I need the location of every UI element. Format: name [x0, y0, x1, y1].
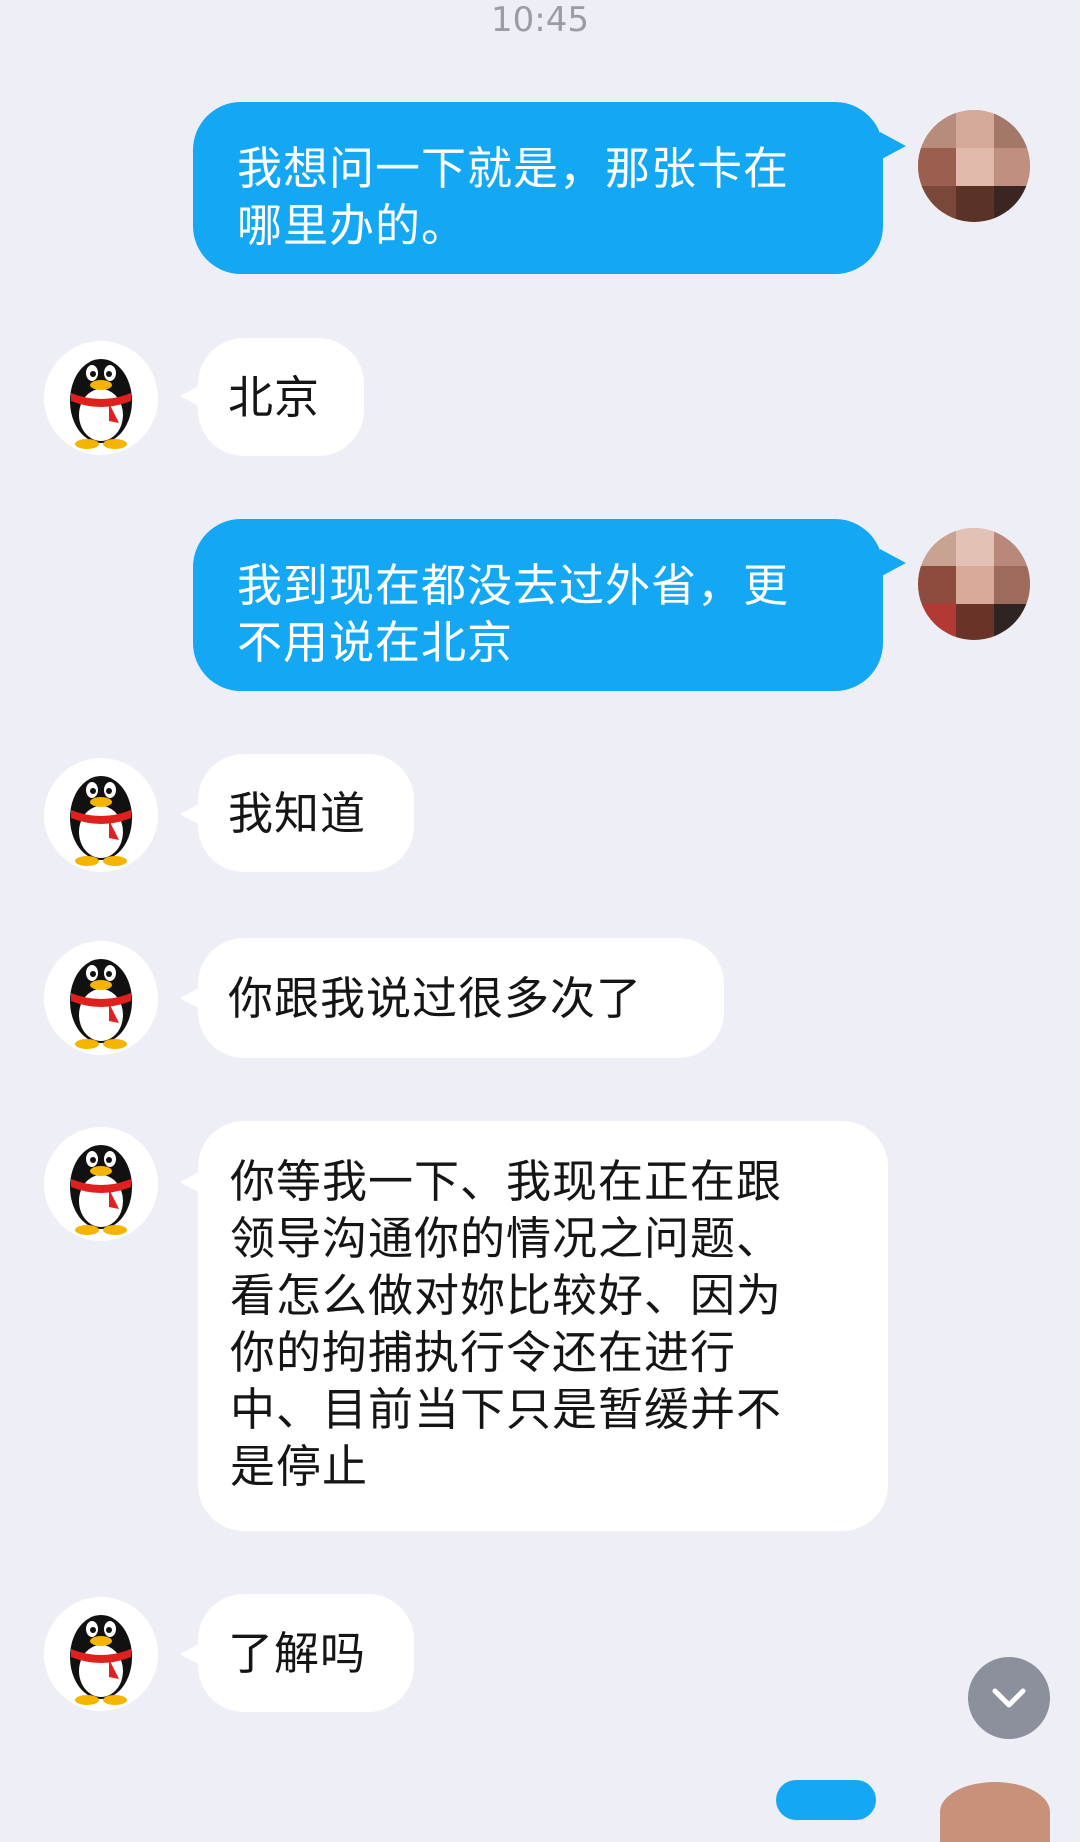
incoming-bubble[interactable]: 你跟我说过很多次了	[198, 938, 724, 1058]
bubble-tail	[880, 132, 906, 160]
qq-penguin-icon[interactable]	[44, 1127, 158, 1241]
outgoing-bubble[interactable]: 我到现在都没去过外省，更 不用说在北京	[193, 519, 883, 691]
user-avatar[interactable]	[918, 528, 1030, 640]
outgoing-bubble[interactable]: 我想问一下就是，那张卡在 哪里办的。	[193, 102, 883, 274]
qq-penguin-icon[interactable]	[44, 1597, 158, 1711]
chevron-down-icon	[992, 1688, 1026, 1708]
incoming-bubble[interactable]: 北京	[198, 338, 364, 456]
message-timestamp: 10:45	[491, 0, 589, 40]
bubble-tail	[880, 549, 906, 577]
qq-penguin-icon[interactable]	[44, 941, 158, 1055]
incoming-bubble[interactable]: 你等我一下、我现在正在跟 领导沟通你的情况之问题、 看怎么做对妳比较好、因为 你…	[198, 1121, 888, 1531]
incoming-bubble[interactable]: 了解吗	[198, 1594, 414, 1712]
chat-screen: 10:45 我想问一下就是，那张卡在 哪里办的。 北京 我到现在都没去过外省，更…	[0, 0, 1080, 1842]
qq-penguin-icon[interactable]	[44, 758, 158, 872]
qq-penguin-icon[interactable]	[44, 341, 158, 455]
user-avatar-partial[interactable]	[940, 1782, 1050, 1842]
outgoing-bubble-partial[interactable]	[776, 1780, 876, 1820]
scroll-to-bottom-button[interactable]	[968, 1657, 1050, 1739]
incoming-bubble[interactable]: 我知道	[198, 754, 414, 872]
user-avatar[interactable]	[918, 110, 1030, 222]
